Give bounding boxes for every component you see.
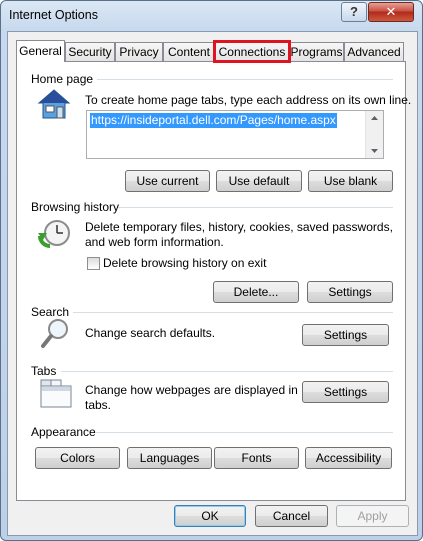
help-button[interactable]: ? bbox=[341, 2, 367, 22]
history-clock-icon bbox=[37, 216, 73, 255]
cancel-button[interactable]: Cancel bbox=[255, 505, 328, 527]
tab-programs[interactable]: Programs bbox=[289, 42, 344, 61]
home-page-description: To create home page tabs, type each addr… bbox=[85, 93, 412, 107]
magnifier-icon bbox=[41, 317, 71, 352]
close-button[interactable]: ✕ bbox=[368, 2, 414, 22]
internet-options-window: Internet Options ? ✕ General Security Pr… bbox=[0, 0, 423, 541]
search-divider bbox=[73, 312, 393, 313]
window-title: Internet Options bbox=[9, 8, 98, 22]
tab-advanced[interactable]: Advanced bbox=[344, 42, 404, 61]
fonts-button[interactable]: Fonts bbox=[214, 447, 299, 469]
use-blank-button[interactable]: Use blank bbox=[308, 170, 393, 192]
use-current-button[interactable]: Use current bbox=[125, 170, 210, 192]
appearance-group-title: Appearance bbox=[31, 425, 96, 439]
title-bar[interactable]: Internet Options ? ✕ bbox=[1, 1, 422, 31]
home-page-divider bbox=[97, 79, 393, 80]
accessibility-button[interactable]: Accessibility bbox=[305, 447, 392, 469]
delete-on-exit-label[interactable]: Delete browsing history on exit bbox=[103, 256, 266, 271]
languages-button[interactable]: Languages bbox=[127, 447, 212, 469]
tabs-divider bbox=[61, 371, 393, 372]
delete-on-exit-checkbox[interactable] bbox=[87, 257, 100, 270]
ok-button[interactable]: OK bbox=[174, 505, 246, 527]
scroll-arrows-icon bbox=[371, 116, 378, 153]
browsing-history-divider bbox=[118, 207, 393, 208]
tabs-description-line1: Change how webpages are displayed in bbox=[85, 383, 298, 397]
tab-connections[interactable]: Connections bbox=[213, 40, 291, 63]
home-page-scrollbar[interactable] bbox=[365, 111, 383, 158]
dialog-client-area: General Security Privacy Content Connect… bbox=[7, 31, 418, 536]
colors-button[interactable]: Colors bbox=[35, 447, 120, 469]
search-description: Change search defaults. bbox=[85, 326, 216, 340]
tabs-description-line2: tabs. bbox=[85, 398, 112, 412]
browsing-history-group-title: Browsing history bbox=[31, 200, 120, 214]
home-icon bbox=[37, 88, 71, 125]
browsing-history-description-line2: and web form information. bbox=[85, 235, 224, 249]
tab-security[interactable]: Security bbox=[65, 42, 115, 61]
tabs-group-title: Tabs bbox=[31, 364, 57, 378]
home-page-url-field[interactable]: https://insideportal.dell.com/Pages/home… bbox=[86, 110, 384, 159]
search-settings-button[interactable]: Settings bbox=[302, 324, 389, 346]
browsing-history-description-line1: Delete temporary files, history, cookies… bbox=[85, 220, 393, 234]
history-settings-button[interactable]: Settings bbox=[307, 281, 393, 303]
general-tab-panel: Home page To create home page tabs, type… bbox=[16, 61, 411, 501]
tab-privacy[interactable]: Privacy bbox=[115, 42, 163, 61]
apply-button[interactable]: Apply bbox=[336, 505, 409, 527]
appearance-divider bbox=[95, 432, 393, 433]
use-default-button[interactable]: Use default bbox=[216, 170, 302, 192]
delete-history-button[interactable]: Delete... bbox=[213, 281, 299, 303]
tabs-window-icon bbox=[39, 377, 73, 412]
tab-general[interactable]: General bbox=[16, 40, 65, 62]
home-page-url-text: https://insideportal.dell.com/Pages/home… bbox=[90, 113, 337, 128]
tab-content[interactable]: Content bbox=[163, 42, 215, 61]
home-page-group-title: Home page bbox=[31, 72, 94, 86]
tabs-settings-button[interactable]: Settings bbox=[302, 381, 389, 403]
